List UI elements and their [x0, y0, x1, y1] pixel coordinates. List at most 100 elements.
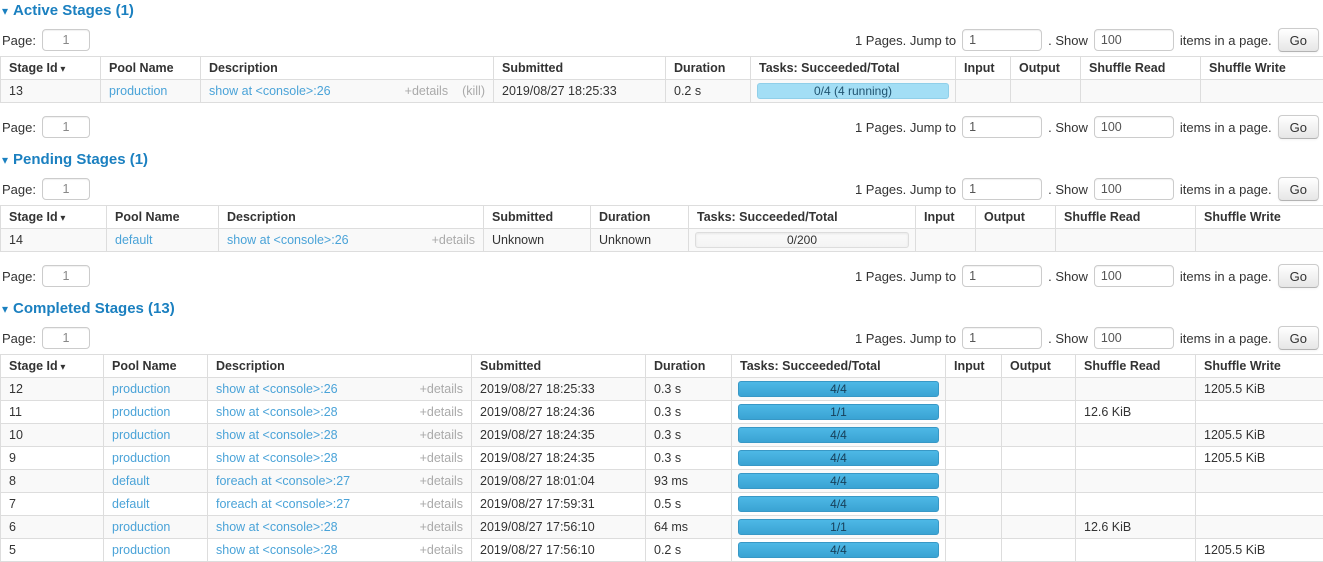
pool-name-link[interactable]: production [112, 543, 170, 557]
column-header-shuffle-write[interactable]: Shuffle Write [1196, 355, 1323, 378]
column-header-submitted[interactable]: Submitted [472, 355, 646, 378]
column-header-submitted[interactable]: Submitted [484, 206, 591, 229]
column-header-shuffle-read[interactable]: Shuffle Read [1056, 206, 1196, 229]
details-link[interactable]: +details [420, 497, 463, 511]
pool-name-link[interactable]: production [112, 451, 170, 465]
description-link[interactable]: show at <console>:26 [216, 382, 338, 396]
page-number-input[interactable] [42, 178, 90, 200]
column-header-submitted[interactable]: Submitted [494, 57, 666, 80]
column-header-description[interactable]: Description [219, 206, 484, 229]
tasks-cell: 4/4 [732, 447, 946, 470]
pool-name-link[interactable]: production [112, 382, 170, 396]
input-cell [916, 229, 976, 252]
column-header-input[interactable]: Input [916, 206, 976, 229]
description-link[interactable]: show at <console>:28 [216, 543, 338, 557]
section-header-active-stages[interactable]: ▾Active Stages (1) [2, 3, 1323, 19]
column-header-duration[interactable]: Duration [646, 355, 732, 378]
page-number-input[interactable] [42, 29, 90, 51]
jump-to-input[interactable] [962, 178, 1042, 200]
description-link[interactable]: show at <console>:28 [216, 405, 338, 419]
pool-name-link[interactable]: production [112, 428, 170, 442]
column-label: Submitted [480, 359, 541, 373]
details-link[interactable]: +details [420, 405, 463, 419]
description-link[interactable]: show at <console>:26 [227, 233, 349, 247]
details-link[interactable]: +details [420, 382, 463, 396]
column-header-description[interactable]: Description [208, 355, 472, 378]
kill-link[interactable]: (kill) [462, 84, 485, 98]
column-label: Pool Name [112, 359, 177, 373]
description-link[interactable]: show at <console>:26 [209, 84, 331, 98]
description-wrap: foreach at <console>:27 +details [216, 474, 463, 488]
pool-name-link[interactable]: production [112, 520, 170, 534]
page-number-input[interactable] [42, 265, 90, 287]
section-header-pending-stages[interactable]: ▾Pending Stages (1) [2, 152, 1323, 168]
column-header-output[interactable]: Output [1011, 57, 1081, 80]
column-header-output[interactable]: Output [1002, 355, 1076, 378]
jump-to-input[interactable] [962, 265, 1042, 287]
column-header-duration[interactable]: Duration [591, 206, 689, 229]
jump-to-input[interactable] [962, 327, 1042, 349]
collapse-arrow-icon: ▾ [2, 4, 8, 18]
show-count-input[interactable] [1094, 29, 1174, 51]
column-header-tasks-succeeded-total[interactable]: Tasks: Succeeded/Total [689, 206, 916, 229]
go-button[interactable]: Go [1278, 264, 1319, 288]
description-link[interactable]: show at <console>:28 [216, 451, 338, 465]
column-header-pool-name[interactable]: Pool Name [107, 206, 219, 229]
jump-to-input[interactable] [962, 116, 1042, 138]
section-header-completed-stages[interactable]: ▾Completed Stages (13) [2, 301, 1323, 317]
pool-name-link[interactable]: default [112, 497, 150, 511]
column-header-shuffle-write[interactable]: Shuffle Write [1196, 206, 1323, 229]
jump-to-input[interactable] [962, 29, 1042, 51]
column-header-stage-id[interactable]: Stage Id ▾ [1, 57, 101, 80]
pagination-left: Page: [2, 327, 90, 349]
column-header-pool-name[interactable]: Pool Name [104, 355, 208, 378]
go-button[interactable]: Go [1278, 177, 1319, 201]
details-link[interactable]: +details [420, 428, 463, 442]
page-number-input[interactable] [42, 327, 90, 349]
shuffle-read-cell: 12.6 KiB [1076, 401, 1196, 424]
column-header-input[interactable]: Input [956, 57, 1011, 80]
show-count-input[interactable] [1094, 327, 1174, 349]
go-button[interactable]: Go [1278, 326, 1319, 350]
description-link[interactable]: foreach at <console>:27 [216, 497, 350, 511]
column-header-tasks-succeeded-total[interactable]: Tasks: Succeeded/Total [732, 355, 946, 378]
description-link[interactable]: show at <console>:28 [216, 428, 338, 442]
show-count-input[interactable] [1094, 265, 1174, 287]
details-link[interactable]: +details [420, 520, 463, 534]
column-header-shuffle-read[interactable]: Shuffle Read [1081, 57, 1201, 80]
tasks-cell: 4/4 [732, 378, 946, 401]
pool-name-link[interactable]: default [115, 233, 153, 247]
pool-name-cell: production [104, 378, 208, 401]
column-header-pool-name[interactable]: Pool Name [101, 57, 201, 80]
column-header-stage-id[interactable]: Stage Id ▾ [1, 206, 107, 229]
pool-name-link[interactable]: production [112, 405, 170, 419]
show-count-input[interactable] [1094, 116, 1174, 138]
column-header-description[interactable]: Description [201, 57, 494, 80]
details-link[interactable]: +details [405, 84, 448, 98]
description-link[interactable]: show at <console>:28 [216, 520, 338, 534]
shuffle-read-cell: 12.6 KiB [1076, 516, 1196, 539]
page-number-input[interactable] [42, 116, 90, 138]
pool-name-link[interactable]: default [112, 474, 150, 488]
column-header-shuffle-write[interactable]: Shuffle Write [1201, 57, 1323, 80]
details-link[interactable]: +details [420, 474, 463, 488]
column-header-stage-id[interactable]: Stage Id ▾ [1, 355, 104, 378]
shuffle-read-cell [1076, 539, 1196, 562]
go-button[interactable]: Go [1278, 115, 1319, 139]
column-header-duration[interactable]: Duration [666, 57, 751, 80]
go-button[interactable]: Go [1278, 28, 1319, 52]
shuffle-write-cell: 1205.5 KiB [1196, 539, 1323, 562]
column-header-input[interactable]: Input [946, 355, 1002, 378]
task-progress-bar: 0/4 (4 running) [757, 83, 949, 99]
description-link[interactable]: foreach at <console>:27 [216, 474, 350, 488]
column-header-shuffle-read[interactable]: Shuffle Read [1076, 355, 1196, 378]
details-link[interactable]: +details [432, 233, 475, 247]
description-cell: show at <console>:28 +details [208, 516, 472, 539]
details-link[interactable]: +details [420, 543, 463, 557]
show-count-input[interactable] [1094, 178, 1174, 200]
description-actions: +details [420, 497, 463, 511]
column-header-tasks-succeeded-total[interactable]: Tasks: Succeeded/Total [751, 57, 956, 80]
details-link[interactable]: +details [420, 451, 463, 465]
pool-name-link[interactable]: production [109, 84, 167, 98]
column-header-output[interactable]: Output [976, 206, 1056, 229]
